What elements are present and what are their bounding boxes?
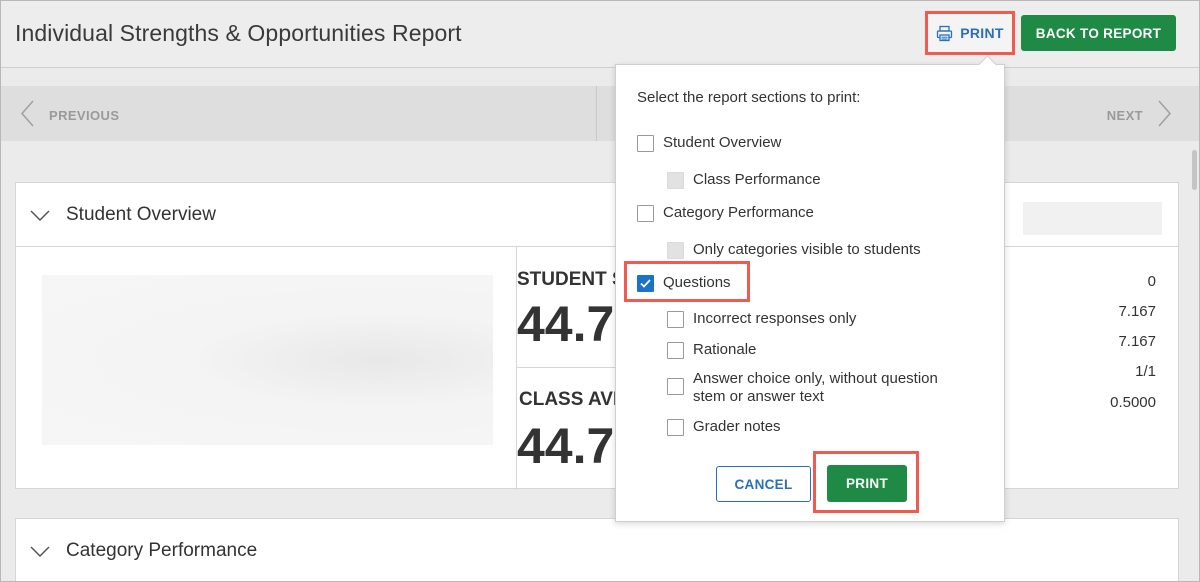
option-category-performance[interactable]: Category Performance xyxy=(637,204,814,222)
chevron-down-icon[interactable] xyxy=(30,209,50,227)
back-to-report-button[interactable]: BACK TO REPORT xyxy=(1021,15,1176,51)
redacted-image xyxy=(42,275,493,445)
student-score-value: 44.79 xyxy=(517,296,617,352)
class-average-label: CLASS AVE xyxy=(519,389,617,410)
redacted-region xyxy=(1023,202,1162,235)
stat-value: 7.167 xyxy=(1118,303,1156,320)
nav-divider xyxy=(596,86,597,141)
printer-icon xyxy=(936,25,953,42)
option-label: Category Performance xyxy=(663,204,814,221)
checkbox[interactable] xyxy=(667,378,684,395)
option-class-performance: Class Performance xyxy=(667,171,821,189)
report-navigation: PREVIOUS NEXT xyxy=(0,86,1200,141)
print-button[interactable]: PRINT xyxy=(925,11,1015,55)
checkbox[interactable] xyxy=(667,311,684,328)
chevron-right-icon xyxy=(1157,100,1172,130)
previous-label: PREVIOUS xyxy=(49,107,120,123)
page-title: Individual Strengths & Opportunities Rep… xyxy=(15,20,462,46)
stat-value: 0.5000 xyxy=(1110,394,1156,411)
student-score-label: STUDENT S xyxy=(517,269,617,290)
checkbox[interactable] xyxy=(667,419,684,436)
option-visible-categories: Only categories visible to students xyxy=(667,241,921,259)
checkbox-disabled xyxy=(667,172,684,189)
page-header: Individual Strengths & Opportunities Rep… xyxy=(0,0,1200,68)
print-button-label: PRINT xyxy=(960,25,1004,41)
option-label: Grader notes xyxy=(693,418,781,435)
row-divider xyxy=(516,367,626,368)
category-performance-title: Category Performance xyxy=(66,540,258,561)
scrollbar-thumb[interactable] xyxy=(1192,150,1197,190)
option-incorrect-responses[interactable]: Incorrect responses only xyxy=(667,310,856,328)
stat-value: 0 xyxy=(1147,273,1156,290)
checkbox-checked[interactable] xyxy=(637,275,654,292)
previous-button[interactable]: PREVIOUS xyxy=(20,100,119,130)
next-button[interactable]: NEXT xyxy=(1107,100,1172,130)
confirm-print-button[interactable]: PRINT xyxy=(827,465,907,502)
option-label: Questions xyxy=(663,274,731,291)
checkbox-disabled xyxy=(667,242,684,259)
stat-value: 1/1 xyxy=(1135,363,1156,380)
option-label: Student Overview xyxy=(663,134,782,151)
option-student-overview[interactable]: Student Overview xyxy=(637,134,781,152)
option-label: Class Performance xyxy=(693,171,821,188)
next-label: NEXT xyxy=(1106,107,1143,123)
option-label: Incorrect responses only xyxy=(693,310,857,327)
cancel-button[interactable]: CANCEL xyxy=(716,466,811,502)
option-label: Answer choice only, without question ste… xyxy=(693,370,938,405)
student-overview-title: Student Overview xyxy=(66,204,216,225)
option-grader-notes[interactable]: Grader notes xyxy=(667,418,781,436)
stat-value: 7.167 xyxy=(1118,333,1156,350)
chevron-down-icon[interactable] xyxy=(30,545,50,563)
option-label: Only categories visible to students xyxy=(693,241,921,258)
chevron-left-icon xyxy=(20,100,35,130)
checkmark-icon xyxy=(640,279,651,288)
print-options-popup: Select the report sections to print: Stu… xyxy=(615,64,1005,522)
option-questions[interactable]: Questions xyxy=(637,274,731,292)
option-rationale[interactable]: Rationale xyxy=(667,341,756,359)
checkbox[interactable] xyxy=(637,135,654,152)
option-label: Rationale xyxy=(693,341,757,358)
checkbox[interactable] xyxy=(667,342,684,359)
checkbox[interactable] xyxy=(637,205,654,222)
option-answer-choice-only[interactable]: Answer choice only, without question ste… xyxy=(667,370,967,406)
popup-heading: Select the report sections to print: xyxy=(637,89,861,106)
class-average-value: 44.79 xyxy=(517,418,617,474)
category-performance-header[interactable]: Category Performance xyxy=(16,519,1178,582)
category-performance-card: Category Performance xyxy=(15,518,1179,582)
